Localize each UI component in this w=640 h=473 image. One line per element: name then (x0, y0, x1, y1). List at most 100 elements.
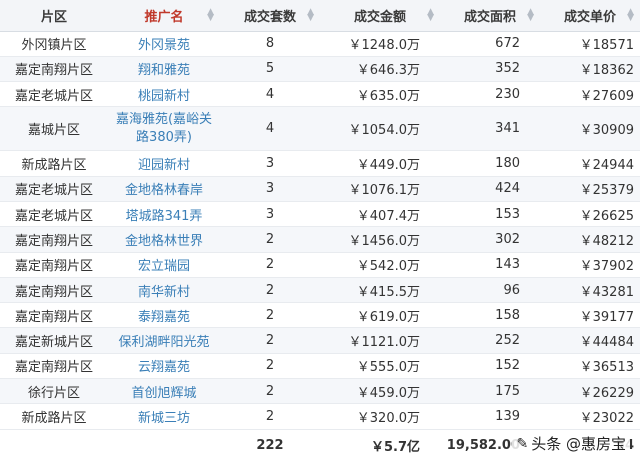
price-cell: ￥44484 (540, 327, 640, 354)
project-link[interactable]: 泰翔嘉苑 (108, 302, 220, 329)
project-link[interactable]: 外冈景苑 (108, 31, 220, 57)
area-cell: 175 (440, 378, 540, 405)
amount-cell: ￥646.3万 (320, 56, 440, 83)
table-row: 嘉定老城片区 桃园新村 4 ￥635.0万 230 ￥27609 (0, 81, 640, 108)
table-row: 嘉城片区 嘉海雅苑(嘉峪关路380弄) 4 ￥1054.0万 341 ￥30909 (0, 106, 640, 152)
price-cell: ￥48212 (540, 226, 640, 253)
area-cell: 96 (440, 277, 540, 304)
count-cell: 2 (220, 302, 320, 329)
amount-cell: ￥449.0万 (320, 150, 440, 177)
project-link[interactable]: 金地格林春岸 (108, 176, 220, 202)
area-cell: 139 (440, 403, 540, 430)
watermark-text: 头条 @惠房宝 (531, 435, 626, 453)
district-cell: 嘉定老城片区 (0, 81, 108, 108)
count-cell: 2 (220, 327, 320, 354)
district-cell: 嘉城片区 (0, 106, 108, 152)
amount-cell: ￥1248.0万 (320, 31, 440, 57)
district-cell: 嘉定老城片区 (0, 201, 108, 228)
header-count-sortable[interactable]: 成交套数 ▲ ▼ (220, 0, 320, 32)
area-cell: 252 (440, 327, 540, 354)
district-cell: 徐行片区 (0, 378, 108, 405)
amount-cell: ￥459.0万 (320, 378, 440, 405)
area-cell: 341 (440, 106, 540, 152)
price-cell: ￥36513 (540, 353, 640, 380)
amount-cell: ￥542.0万 (320, 252, 440, 278)
project-link[interactable]: 迎园新村 (108, 150, 220, 177)
project-link[interactable]: 塔城路341弄 (108, 201, 220, 228)
price-cell: ￥18571 (540, 31, 640, 57)
deal-table: 片区 推广名 ▲ ▼ 成交套数 ▲ ▼ 成交金额 ▲ ▼ 成交面积 ▲ ▼ 成交单价 ▲ ▼ 外冈镇… (0, 0, 640, 462)
amount-cell: ￥320.0万 (320, 403, 440, 430)
area-cell: 158 (440, 302, 540, 329)
sort-icon: ▲ ▼ (207, 7, 214, 24)
table-row: 嘉定南翔片区 翔和雅苑 5 ￥646.3万 352 ￥18362 (0, 56, 640, 83)
area-cell: 672 (440, 31, 540, 57)
sort-icon: ▲ ▼ (307, 7, 314, 24)
table-row: 徐行片区 首创旭辉城 2 ￥459.0万 175 ￥26229 (0, 378, 640, 405)
project-link[interactable]: 桃园新村 (108, 81, 220, 108)
district-cell: 嘉定南翔片区 (0, 277, 108, 304)
count-cell: 4 (220, 81, 320, 108)
header-amount-sortable[interactable]: 成交金额 ▲ ▼ (320, 0, 440, 32)
table-row: 嘉定南翔片区 云翔嘉苑 2 ￥555.0万 152 ￥36513 (0, 353, 640, 380)
project-link[interactable]: 首创旭辉城 (108, 378, 220, 405)
table-row: 嘉定老城片区 塔城路341弄 3 ￥407.4万 153 ￥26625 (0, 201, 640, 228)
price-cell: ￥26229 (540, 378, 640, 405)
amount-cell: ￥555.0万 (320, 353, 440, 380)
price-cell: ￥25379 (540, 176, 640, 202)
table-row: 嘉定新城片区 保利湖畔阳光苑 2 ￥1121.0万 252 ￥44484 (0, 327, 640, 354)
table-header-row: 片区 推广名 ▲ ▼ 成交套数 ▲ ▼ 成交金额 ▲ ▼ 成交面积 ▲ ▼ 成交单价 ▲ ▼ (0, 0, 640, 32)
total-district-cell (0, 429, 108, 462)
header-price-sortable[interactable]: 成交单价 ▲ ▼ (540, 0, 640, 32)
header-area-sortable[interactable]: 成交面积 ▲ ▼ (440, 0, 540, 32)
amount-cell: ￥1076.1万 (320, 176, 440, 202)
project-link[interactable]: 南华新村 (108, 277, 220, 304)
count-cell: 3 (220, 176, 320, 202)
price-cell: ￥18362 (540, 56, 640, 83)
count-cell: 3 (220, 201, 320, 228)
district-cell: 嘉定新城片区 (0, 327, 108, 354)
table-row: 嘉定南翔片区 金地格林世界 2 ￥1456.0万 302 ￥48212 (0, 226, 640, 253)
price-cell: ￥23022 (540, 403, 640, 430)
toutiao-logo-icon: ✎ (516, 435, 529, 452)
project-link[interactable]: 云翔嘉苑 (108, 353, 220, 380)
table-row: 外冈镇片区 外冈景苑 8 ￥1248.0万 672 ￥18571 (0, 31, 640, 57)
area-cell: 152 (440, 353, 540, 380)
count-cell: 2 (220, 378, 320, 405)
count-cell: 5 (220, 56, 320, 83)
price-cell: ￥37902 (540, 252, 640, 278)
project-link[interactable]: 保利湖畔阳光苑 (108, 327, 220, 354)
count-cell: 3 (220, 150, 320, 177)
sort-icon: ▲ ▼ (627, 7, 634, 24)
project-link[interactable]: 新城三坊 (108, 403, 220, 430)
area-cell: 180 (440, 150, 540, 177)
price-cell: ￥26625 (540, 201, 640, 228)
area-cell: 424 (440, 176, 540, 202)
total-project-cell (108, 429, 220, 462)
amount-cell: ￥1121.0万 (320, 327, 440, 354)
price-cell: ￥39177 (540, 302, 640, 329)
project-link[interactable]: 嘉海雅苑(嘉峪关路380弄) (108, 106, 220, 152)
district-cell: 新成路片区 (0, 403, 108, 430)
table-row: 嘉定南翔片区 宏立瑞园 2 ￥542.0万 143 ￥37902 (0, 252, 640, 278)
count-cell: 2 (220, 353, 320, 380)
header-district: 片区 (0, 0, 108, 32)
project-link[interactable]: 宏立瑞园 (108, 252, 220, 278)
project-link[interactable]: 金地格林世界 (108, 226, 220, 253)
area-cell: 302 (440, 226, 540, 253)
price-cell: ￥27609 (540, 81, 640, 108)
count-cell: 2 (220, 403, 320, 430)
price-cell: ￥43281 (540, 277, 640, 304)
table-body: 外冈镇片区 外冈景苑 8 ￥1248.0万 672 ￥18571 嘉定南翔片区 翔和雅苑 5 ￥6… (0, 31, 640, 430)
district-cell: 嘉定南翔片区 (0, 252, 108, 278)
project-link[interactable]: 翔和雅苑 (108, 56, 220, 83)
count-cell: 4 (220, 106, 320, 152)
amount-cell: ￥1456.0万 (320, 226, 440, 253)
district-cell: 新成路片区 (0, 150, 108, 177)
district-cell: 嘉定南翔片区 (0, 353, 108, 380)
area-cell: 352 (440, 56, 540, 83)
area-cell: 143 (440, 252, 540, 278)
header-project-sortable[interactable]: 推广名 ▲ ▼ (108, 0, 220, 32)
area-cell: 230 (440, 81, 540, 108)
total-count: 222 (256, 438, 284, 454)
